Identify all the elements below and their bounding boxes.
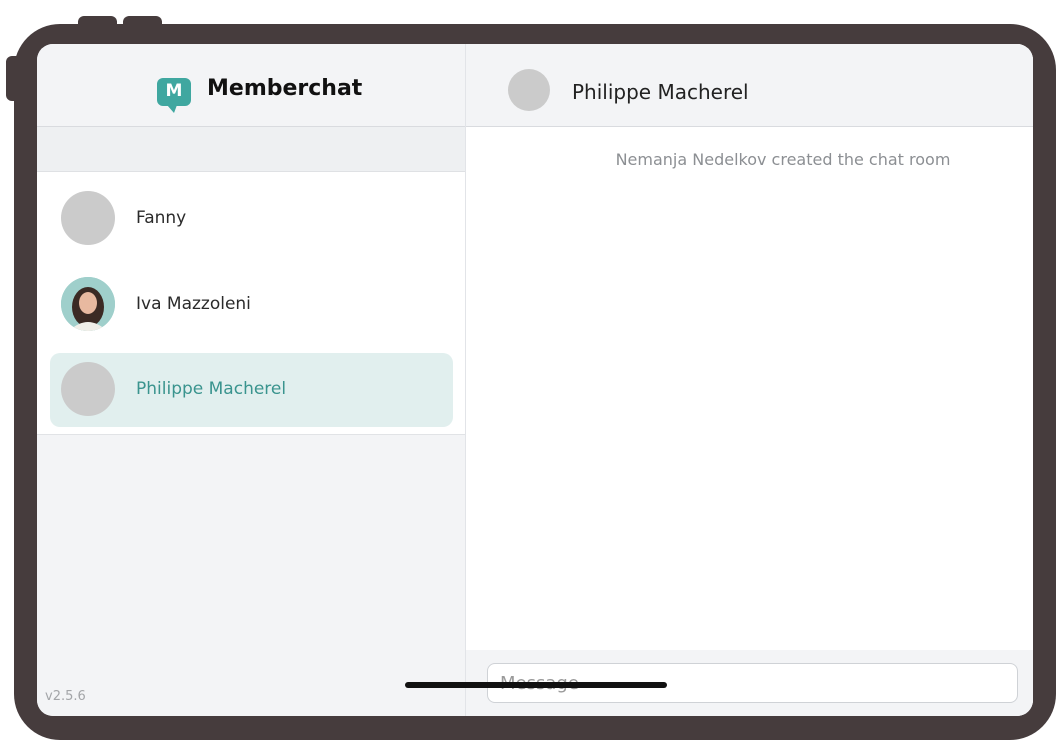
app-name: Memberchat — [207, 76, 363, 101]
sidebar-toolbar — [37, 127, 465, 172]
conversation-name: Fanny — [136, 208, 187, 228]
chat-avatar[interactable] — [508, 69, 550, 111]
memberchat-logo-icon: M — [157, 78, 191, 113]
sidebar: M Memberchat Fanny Iva Mazzoleni Philipp… — [37, 44, 466, 716]
conversation-list: Fanny Iva Mazzoleni Philippe Macherel — [37, 172, 465, 435]
brand-header: M Memberchat — [37, 44, 465, 127]
logo-letter: M — [165, 81, 183, 101]
conversation-name: Philippe Macherel — [136, 379, 287, 399]
conversation-item-philippe-macherel[interactable]: Philippe Macherel — [50, 353, 453, 427]
conversation-item-iva-mazzoleni[interactable]: Iva Mazzoleni — [50, 268, 453, 342]
chat-header: Philippe Macherel — [466, 44, 1033, 127]
app-screen: M Memberchat Fanny Iva Mazzoleni Philipp… — [37, 44, 1033, 716]
conversation-item-fanny[interactable]: Fanny — [50, 182, 453, 256]
conversation-name: Iva Mazzoleni — [136, 294, 251, 314]
chat-title: Philippe Macherel — [572, 80, 749, 104]
avatar — [61, 191, 115, 245]
version-label: v2.5.6 — [45, 689, 86, 704]
chat-panel: Philippe Macherel Nemanja Nedelkov creat… — [466, 44, 1033, 716]
avatar — [61, 362, 115, 416]
avatar-photo — [61, 277, 115, 331]
home-indicator[interactable] — [405, 682, 667, 688]
system-message: Nemanja Nedelkov created the chat room — [615, 150, 951, 169]
